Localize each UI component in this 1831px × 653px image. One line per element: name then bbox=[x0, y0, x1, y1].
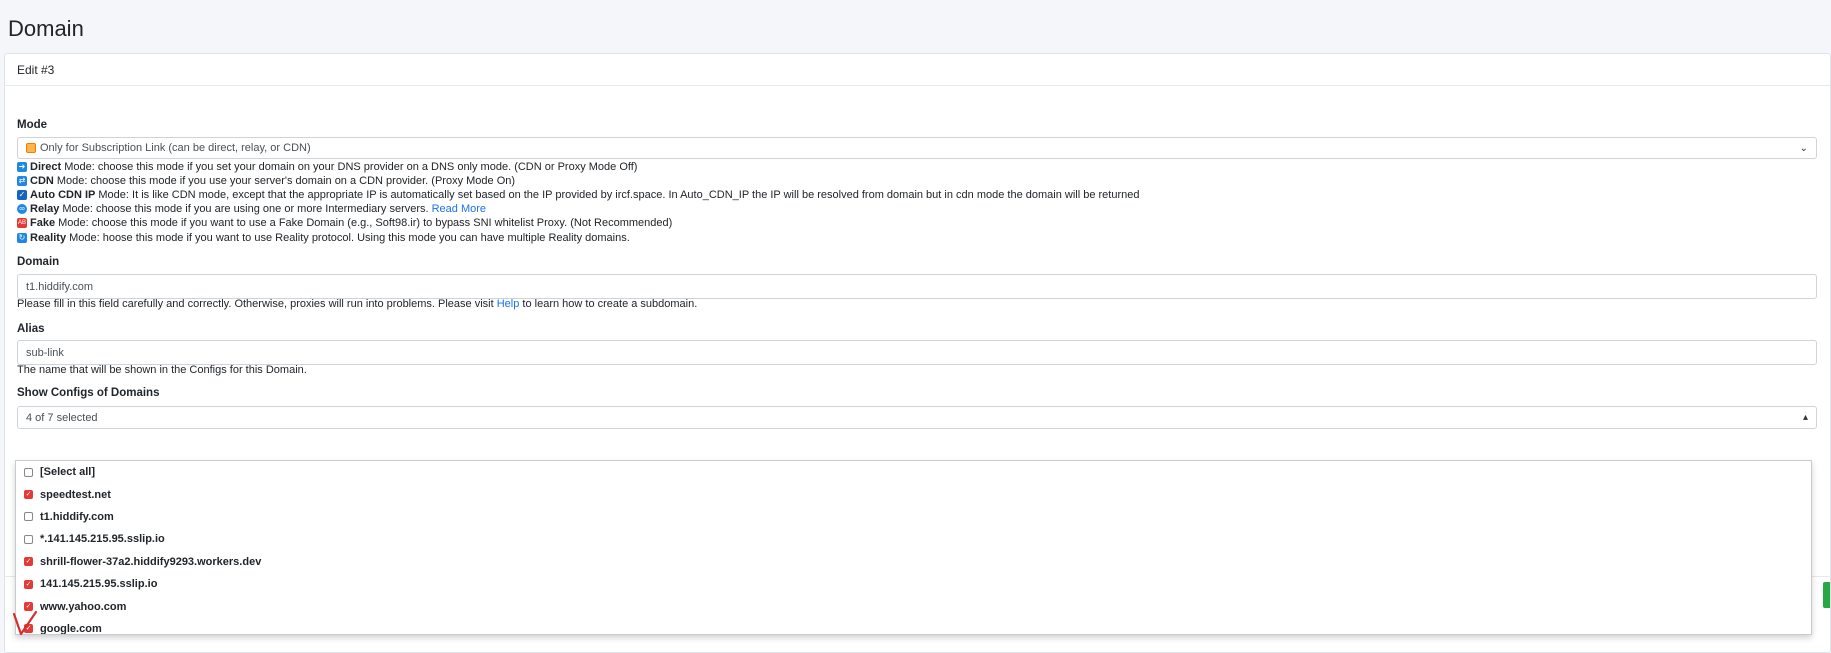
mode-text: Mode: It is like CDN mode, except that t… bbox=[98, 189, 1140, 201]
mode-select-value: Only for Subscription Link (can be direc… bbox=[40, 142, 311, 154]
submit-button[interactable] bbox=[1823, 582, 1830, 608]
fake-icon: AB bbox=[17, 218, 27, 228]
alias-input[interactable]: sub-link bbox=[17, 340, 1817, 365]
show-configs-label: Show Configs of Domains bbox=[17, 387, 160, 399]
domain-option[interactable]: ✓ 141.145.215.95.sslip.io bbox=[16, 573, 1811, 595]
option-label: shrill-flower-37a2.hiddify9293.workers.d… bbox=[40, 555, 262, 568]
domain-help-text-end: to learn how to create a subdomain. bbox=[522, 298, 698, 310]
checkbox-checked[interactable]: ✓ bbox=[24, 557, 33, 567]
subscription-icon bbox=[26, 143, 36, 153]
option-label: speedtest.net bbox=[40, 488, 111, 501]
domain-help: Please fill in this field carefully and … bbox=[17, 298, 697, 310]
chevron-down-icon: ⌄ bbox=[1799, 142, 1808, 154]
domain-option[interactable]: *.141.145.215.95.sslip.io bbox=[16, 528, 1811, 550]
domain-option[interactable]: t1.hiddify.com bbox=[16, 506, 1811, 528]
show-configs-select[interactable]: 4 of 7 selected ▴ bbox=[17, 406, 1817, 429]
option-label: *.141.145.215.95.sslip.io bbox=[40, 533, 165, 546]
domain-option[interactable]: ✓ www.yahoo.com bbox=[16, 595, 1811, 617]
mode-name: Fake bbox=[30, 217, 56, 229]
page-header: Domain bbox=[0, 0, 1831, 52]
mode-name: CDN bbox=[30, 175, 54, 187]
checkmark-cursor-icon bbox=[12, 610, 38, 636]
mode-label: Mode bbox=[17, 119, 48, 131]
mode-name: Direct bbox=[30, 161, 62, 173]
show-configs-summary: 4 of 7 selected bbox=[26, 411, 98, 424]
mode-desc-direct: ➜ Direct Mode: choose this mode if you s… bbox=[17, 160, 637, 174]
domain-input-value: t1.hiddify.com bbox=[26, 280, 94, 293]
domain-input[interactable]: t1.hiddify.com bbox=[17, 274, 1817, 299]
checkbox-checked[interactable]: ✓ bbox=[24, 579, 33, 589]
domains-dropdown: [Select all] ✓ speedtest.net t1.hiddify.… bbox=[15, 460, 1812, 635]
check-square-icon: ✓ bbox=[17, 190, 27, 200]
shuffle-icon: ⇄ bbox=[17, 176, 27, 186]
mode-desc-reality: ↻ Reality Mode: hoose this mode if you w… bbox=[17, 231, 630, 245]
mode-text: Mode: choose this mode if you set your d… bbox=[64, 161, 638, 173]
domain-label: Domain bbox=[17, 256, 60, 268]
alias-label: Alias bbox=[17, 323, 45, 335]
checkbox[interactable] bbox=[24, 534, 33, 544]
mode-name: Auto CDN IP bbox=[30, 189, 96, 201]
mode-text: Mode: choose this mode if you want to us… bbox=[58, 217, 673, 229]
mode-text: Mode: hoose this mode if you want to use… bbox=[69, 232, 630, 244]
mode-select[interactable]: Only for Subscription Link (can be direc… bbox=[17, 137, 1817, 159]
checkbox[interactable] bbox=[24, 512, 33, 522]
help-link[interactable]: Help bbox=[497, 298, 520, 310]
option-label: 141.145.215.95.sslip.io bbox=[40, 578, 158, 591]
read-more-link[interactable]: Read More bbox=[432, 203, 486, 215]
alias-input-value: sub-link bbox=[26, 346, 64, 359]
mode-name: Reality bbox=[30, 232, 67, 244]
caret-up-icon: ▴ bbox=[1802, 412, 1808, 423]
checkbox-checked[interactable]: ✓ bbox=[24, 490, 33, 500]
mode-desc-auto-cdn-ip: ✓ Auto CDN IP Mode: It is like CDN mode,… bbox=[17, 188, 1139, 202]
checkbox[interactable] bbox=[24, 467, 33, 477]
domain-help-text: Please fill in this field carefully and … bbox=[17, 298, 494, 310]
domain-option[interactable]: ✓ google.com bbox=[16, 618, 1811, 635]
page-title: Domain bbox=[8, 16, 84, 41]
card-header: Edit #3 bbox=[5, 54, 1830, 86]
mode-desc-relay: ∞ Relay Mode: choose this mode if you ar… bbox=[17, 202, 486, 216]
option-label: www.yahoo.com bbox=[40, 600, 127, 613]
mode-name: Relay bbox=[30, 203, 60, 215]
alias-help: The name that will be shown in the Confi… bbox=[17, 364, 307, 376]
select-all-option[interactable]: [Select all] bbox=[16, 461, 1811, 483]
option-label: t1.hiddify.com bbox=[40, 510, 114, 523]
mode-text: Mode: choose this mode if you are using … bbox=[62, 203, 429, 215]
mode-desc-cdn: ⇄ CDN Mode: choose this mode if you use … bbox=[17, 174, 515, 188]
relay-icon: ∞ bbox=[17, 204, 27, 214]
mode-desc-fake: AB Fake Mode: choose this mode if you wa… bbox=[17, 216, 672, 230]
domain-option[interactable]: ✓ speedtest.net bbox=[16, 483, 1811, 505]
option-label: google.com bbox=[40, 622, 102, 635]
reality-icon: ↻ bbox=[17, 233, 27, 243]
domain-option[interactable]: ✓ shrill-flower-37a2.hiddify9293.workers… bbox=[16, 551, 1811, 573]
arrow-right-icon: ➜ bbox=[17, 162, 27, 172]
mode-text: Mode: choose this mode if you use your s… bbox=[56, 175, 516, 187]
option-label: [Select all] bbox=[40, 466, 96, 479]
